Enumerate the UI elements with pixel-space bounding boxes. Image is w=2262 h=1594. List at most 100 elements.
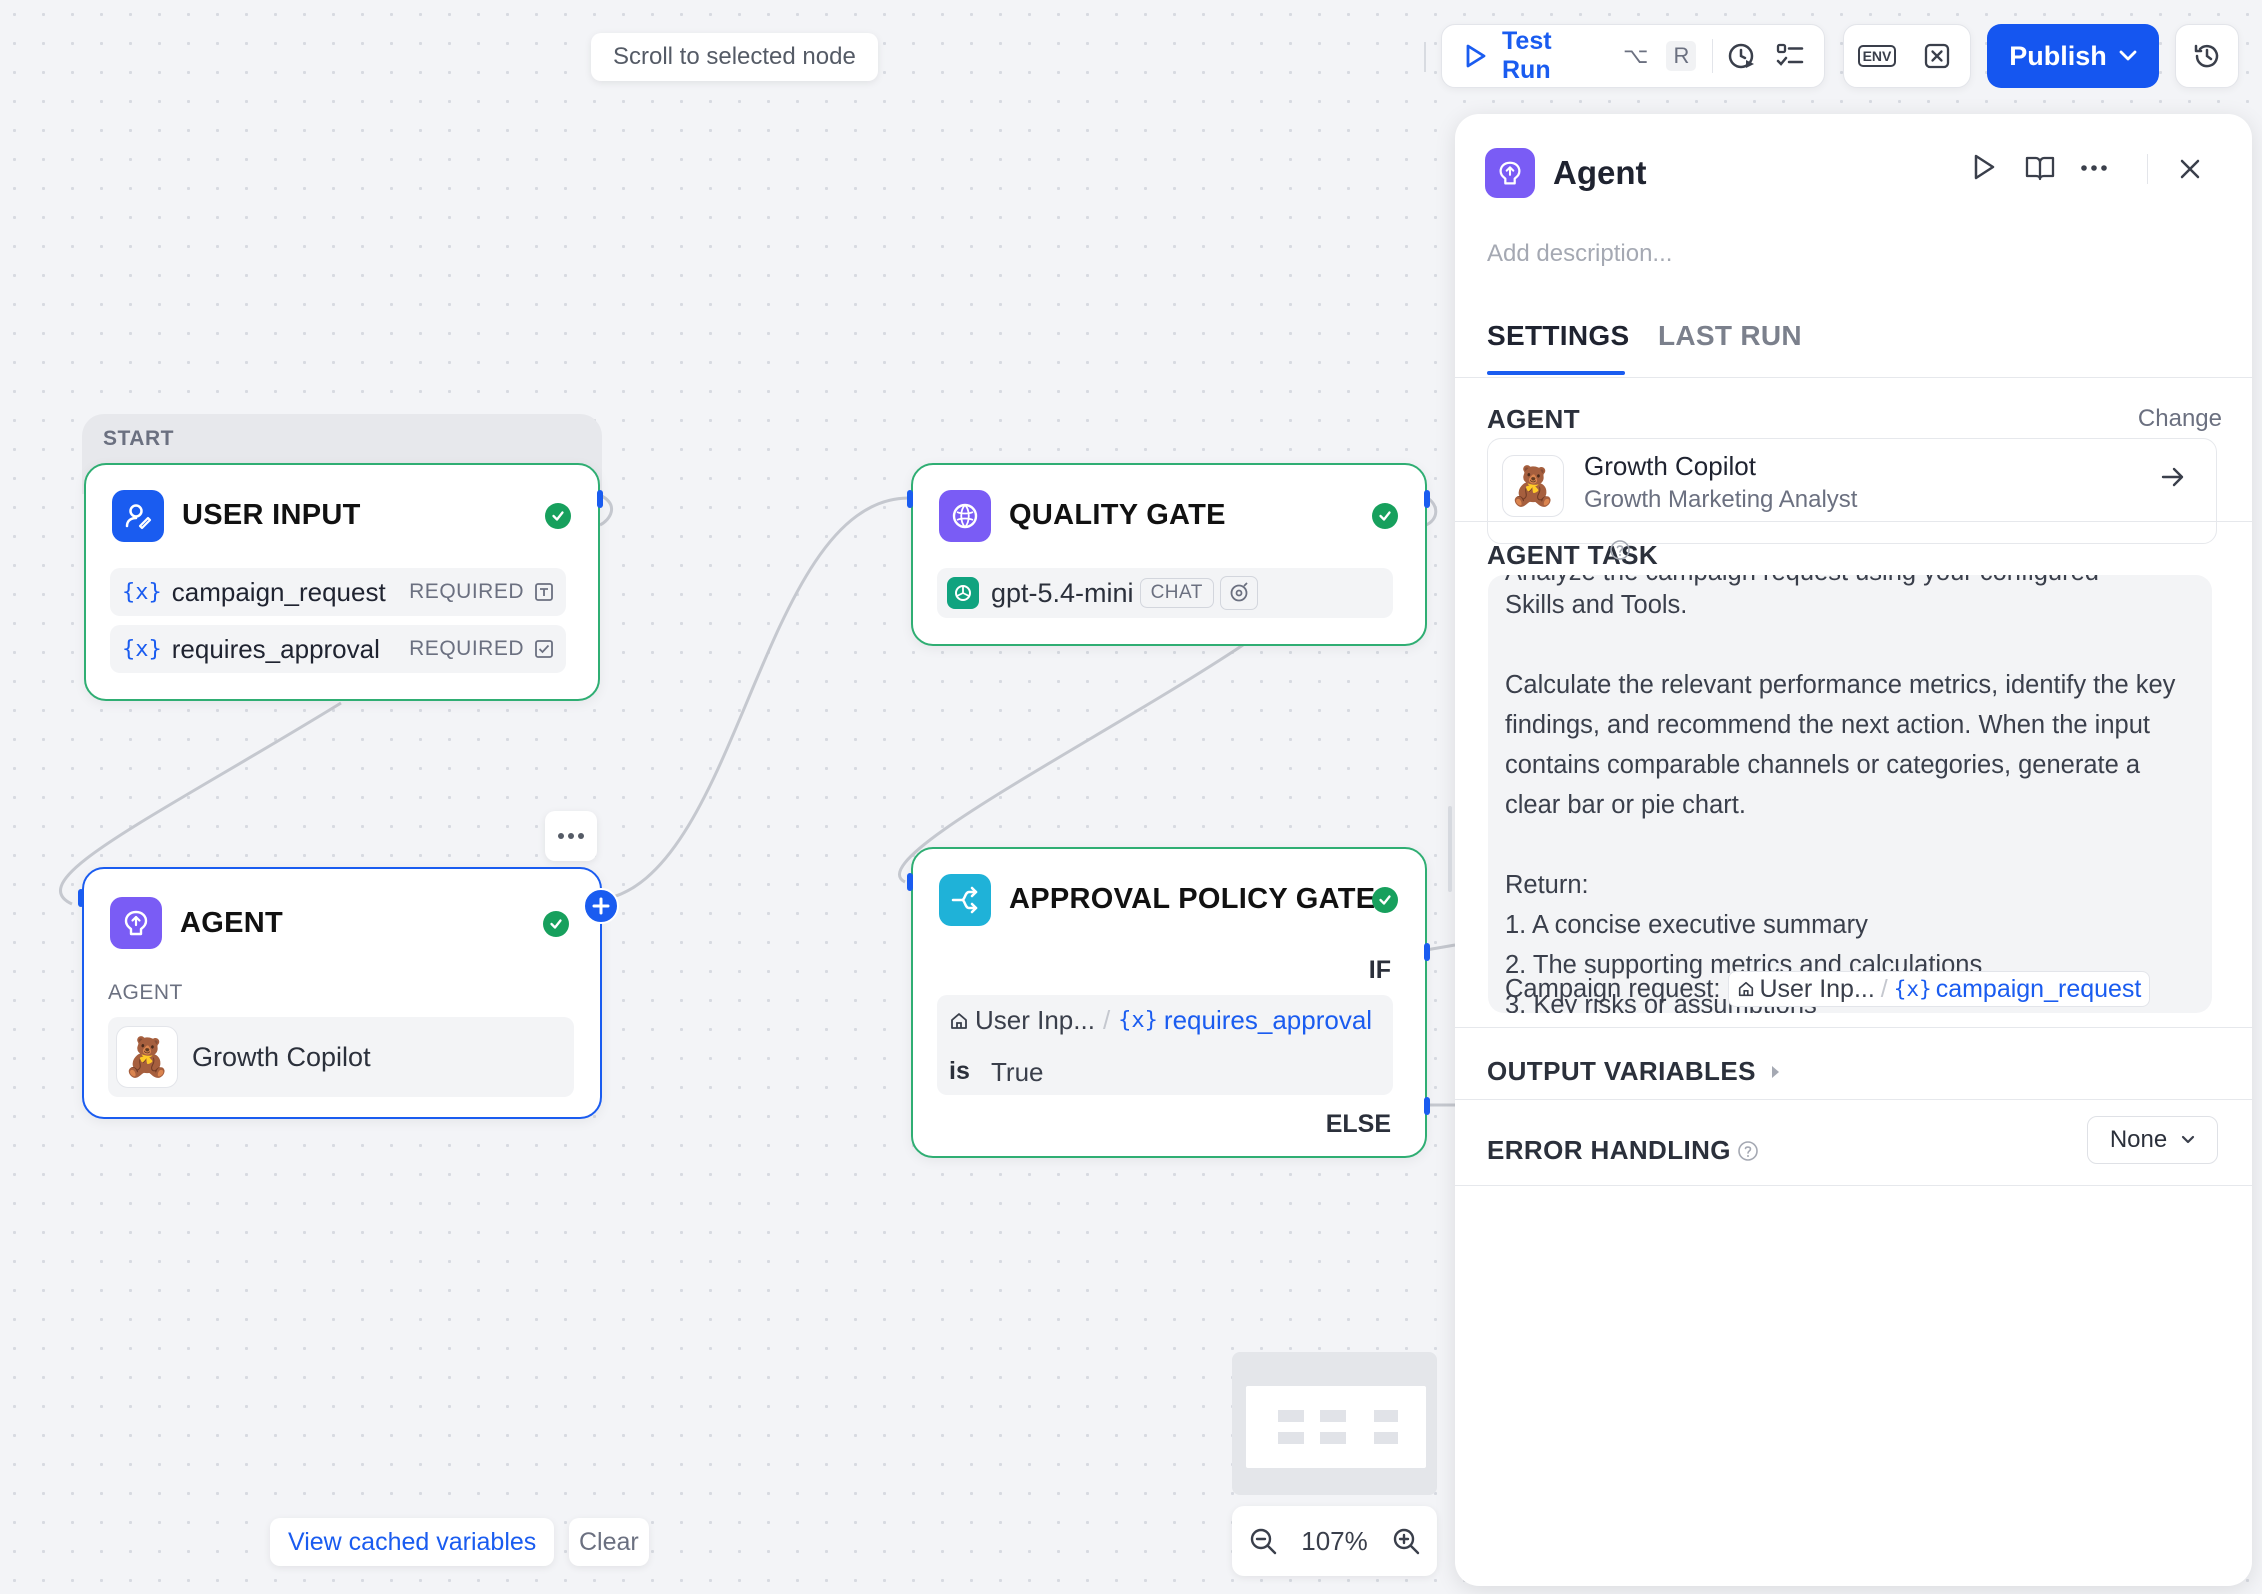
- teddy-bear-avatar-icon: 🧸: [1502, 455, 1564, 517]
- node-settings-panel: Agent Add description... SETTINGS LAST R…: [1455, 114, 2252, 1586]
- output-variables-toggle[interactable]: OUTPUT VARIABLES: [1487, 1056, 1780, 1087]
- variable-icon: {x}: [122, 579, 162, 605]
- check-icon: [1372, 887, 1398, 913]
- path-separator: /: [1880, 974, 1888, 1003]
- publish-button[interactable]: Publish: [1987, 24, 2159, 88]
- panel-title[interactable]: Agent: [1553, 154, 1647, 192]
- minimap[interactable]: [1232, 1352, 1437, 1495]
- checklist-button[interactable]: [1766, 31, 1814, 81]
- chat-mode-badge: CHAT: [1139, 578, 1214, 608]
- variable-chip[interactable]: User Inp... / {x} campaign_request: [1728, 971, 2151, 1007]
- required-label: REQUIRED: [409, 637, 524, 660]
- env-button[interactable]: ENV: [1852, 31, 1902, 81]
- history-icon: [2192, 41, 2222, 71]
- checklist-icon: [1775, 41, 1805, 71]
- close-icon: [2179, 158, 2201, 180]
- model-selector[interactable]: gpt-5.4-mini CHAT: [937, 568, 1393, 618]
- version-history-button[interactable]: [2175, 24, 2239, 88]
- error-handling-heading: ERROR HANDLING: [1487, 1135, 1731, 1165]
- tab-settings[interactable]: SETTINGS: [1487, 320, 1629, 352]
- help-circle-icon[interactable]: [1737, 1140, 1759, 1162]
- panel-resize-handle[interactable]: [1448, 806, 1452, 892]
- agent-card[interactable]: 🧸 Growth Copilot Growth Marketing Analys…: [1487, 438, 2217, 544]
- run-history-button[interactable]: [1717, 31, 1765, 81]
- change-agent-link[interactable]: Change: [2138, 405, 2222, 433]
- home-icon: [949, 1011, 969, 1031]
- var-row-campaign-request[interactable]: {x} campaign_request REQUIRED: [110, 568, 566, 616]
- input-handle[interactable]: [907, 490, 913, 508]
- node-more-button[interactable]: [545, 811, 597, 861]
- agent-task-heading: AGENT TASK: [1487, 540, 1659, 570]
- if-output-handle[interactable]: [1424, 943, 1430, 961]
- task-campaign-line: Campaign request: User Inp... / {x} camp…: [1505, 971, 2151, 1007]
- clock-play-icon: [1727, 41, 1757, 71]
- play-icon: [1970, 152, 1998, 182]
- description-input[interactable]: Add description...: [1487, 240, 1672, 268]
- check-icon: [545, 503, 571, 529]
- variable-icon: {x}: [1118, 1008, 1158, 1033]
- input-handle[interactable]: [78, 889, 84, 907]
- agent-name: Growth Copilot: [192, 1041, 371, 1072]
- header-divider: [2147, 154, 2148, 184]
- else-output-handle[interactable]: [1424, 1097, 1430, 1115]
- caret-right-icon: [1770, 1065, 1780, 1079]
- var-row-requires-approval[interactable]: {x} requires_approval REQUIRED: [110, 625, 566, 673]
- agent-node[interactable]: AGENT AGENT 🧸 Growth Copilot: [78, 867, 619, 1119]
- docs-button[interactable]: [2025, 154, 2055, 182]
- tab-last-run[interactable]: LAST RUN: [1658, 320, 1802, 352]
- add-node-button[interactable]: [583, 888, 619, 924]
- input-handle[interactable]: [907, 873, 913, 891]
- approval-policy-gate-node[interactable]: APPROVAL POLICY GATE IF User Inp... / {x…: [907, 847, 1430, 1158]
- variables-button[interactable]: [1912, 31, 1962, 81]
- quality-gate-title: QUALITY GATE: [1009, 499, 1226, 531]
- output-handle[interactable]: [1424, 490, 1430, 508]
- user-input-title: USER INPUT: [182, 499, 361, 531]
- agent-task-editor[interactable]: Analyze the campaign request using your …: [1488, 575, 2212, 1013]
- scroll-to-selected-button[interactable]: Scroll to selected node: [591, 33, 878, 81]
- test-run-button[interactable]: Test Run ⌥ R: [1452, 27, 1708, 84]
- quality-gate-icon: [939, 490, 991, 542]
- test-run-group: Test Run ⌥ R: [1441, 24, 1825, 88]
- toolbar-sep: [1712, 39, 1714, 73]
- text-field-icon: [534, 582, 554, 602]
- variable-icon: {x}: [122, 636, 162, 662]
- teddy-bear-avatar-icon: 🧸: [116, 1026, 178, 1088]
- zoom-in-icon[interactable]: [1391, 1526, 1421, 1556]
- agent-selector[interactable]: 🧸 Growth Copilot: [108, 1017, 574, 1097]
- quality-gate-node[interactable]: QUALITY GATE gpt-5.4-mini CHAT: [907, 463, 1430, 646]
- openai-logo-icon: [947, 577, 979, 609]
- panel-more-button[interactable]: [2081, 164, 2107, 172]
- if-label: IF: [1368, 956, 1391, 984]
- condition-variable: User Inp... / {x} requires_approval: [949, 1005, 1372, 1036]
- arrow-right-icon: [2160, 465, 2186, 489]
- zoom-out-icon[interactable]: [1248, 1526, 1278, 1556]
- home-icon: [1737, 980, 1755, 998]
- condition-box[interactable]: User Inp... / {x} requires_approval is T…: [937, 995, 1393, 1095]
- help-circle-icon[interactable]: [1609, 539, 1631, 561]
- book-open-icon: [2025, 154, 2055, 182]
- close-panel-button[interactable]: [2179, 158, 2201, 180]
- section-divider: [1455, 1027, 2252, 1028]
- variable-x-icon: [1923, 42, 1951, 70]
- env-icon: ENV: [1857, 45, 1897, 67]
- path-separator: /: [1102, 1005, 1111, 1035]
- output-handle[interactable]: [597, 490, 603, 508]
- chevron-down-icon: [2119, 50, 2137, 62]
- error-handling-value: None: [2109, 1126, 2168, 1153]
- view-cached-variables-button[interactable]: View cached variables: [270, 1518, 555, 1566]
- chevron-down-icon: [2181, 1135, 2195, 1145]
- agent-brain-icon: [1485, 148, 1535, 198]
- error-handling-select[interactable]: None: [2087, 1116, 2218, 1164]
- agent-section-label: AGENT: [108, 981, 183, 1004]
- run-node-button[interactable]: [1970, 152, 1998, 182]
- required-badge: REQUIRED: [409, 637, 554, 661]
- plus-icon: [592, 897, 610, 915]
- clear-cache-button[interactable]: Clear: [569, 1518, 649, 1566]
- chip-source: User Inp...: [1759, 974, 1875, 1003]
- start-label: START: [103, 427, 174, 450]
- minimap-viewport: [1246, 1386, 1426, 1468]
- chip-variable: campaign_request: [1935, 974, 2142, 1003]
- zoom-level[interactable]: 107%: [1301, 1526, 1368, 1557]
- agent-card-name: Growth Copilot: [1584, 451, 1756, 481]
- user-input-node[interactable]: USER INPUT {x} campaign_request REQUIRED…: [84, 463, 603, 701]
